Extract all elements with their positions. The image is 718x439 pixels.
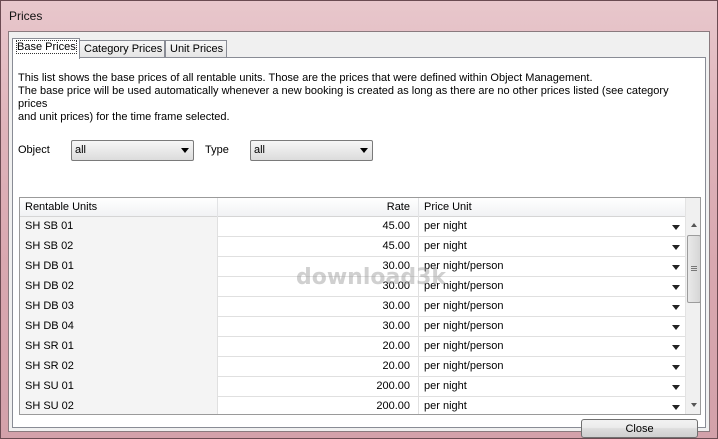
unit-cell: SH SB 01 <box>20 217 218 237</box>
object-label: Object <box>18 144 50 156</box>
price-unit-select[interactable]: per night/person <box>419 277 685 297</box>
unit-cell: SH SU 02 <box>20 397 218 414</box>
arrow-up-icon <box>691 223 697 227</box>
price-unit-select[interactable]: per night <box>419 397 685 414</box>
rate-cell[interactable]: 30.00 <box>218 257 419 277</box>
price-unit-select[interactable]: per night/person <box>419 257 685 277</box>
window-client-area: Base Prices Category Prices Unit Prices … <box>8 31 710 438</box>
chevron-down-icon <box>360 148 368 153</box>
close-button[interactable]: Close <box>581 419 698 438</box>
table-row[interactable]: SH DB 02 30.00 per night/person <box>20 277 685 297</box>
table-row[interactable]: SH SB 01 45.00 per night <box>20 217 685 237</box>
table-body: SH SB 01 45.00 per night SH SB 02 45.00 … <box>20 217 685 414</box>
vertical-scrollbar[interactable] <box>685 198 700 414</box>
scroll-up-button[interactable] <box>686 217 700 234</box>
table-header: Rentable Units Rate Price Unit <box>20 198 685 217</box>
unit-cell: SH SR 01 <box>20 337 218 357</box>
chevron-down-icon[interactable] <box>672 345 680 350</box>
base-prices-panel: This list shows the base prices of all r… <box>12 57 706 438</box>
price-unit-value: per night <box>424 400 467 412</box>
rate-cell[interactable]: 20.00 <box>218 337 419 357</box>
type-select-value: all <box>254 144 266 156</box>
chevron-down-icon <box>181 148 189 153</box>
table-row[interactable]: SH SU 02 200.00 per night <box>20 397 685 414</box>
table-row[interactable]: SH SU 01 200.00 per night <box>20 377 685 397</box>
description-text: This list shows the base prices of all r… <box>18 72 698 124</box>
price-unit-value: per night/person <box>424 340 504 352</box>
unit-cell: SH SR 02 <box>20 357 218 377</box>
type-select[interactable]: all <box>250 140 373 161</box>
price-unit-select[interactable]: per night/person <box>419 337 685 357</box>
table-row[interactable]: SH DB 04 30.00 per night/person <box>20 317 685 337</box>
rate-cell[interactable]: 45.00 <box>218 237 419 257</box>
price-unit-value: per night/person <box>424 280 504 292</box>
rate-cell[interactable]: 20.00 <box>218 357 419 377</box>
chevron-down-icon[interactable] <box>672 245 680 250</box>
object-select-value: all <box>75 144 87 156</box>
chevron-down-icon[interactable] <box>672 365 680 370</box>
chevron-down-icon[interactable] <box>672 385 680 390</box>
grip-icon <box>691 266 697 267</box>
tab-label: Category Prices <box>84 43 163 55</box>
tab-label: Base Prices <box>16 40 77 54</box>
rate-cell[interactable]: 30.00 <box>218 317 419 337</box>
description-line: The base price will be used automaticall… <box>18 85 669 110</box>
rate-cell[interactable]: 200.00 <box>218 377 419 397</box>
table-row[interactable]: SH DB 01 30.00 per night/person <box>20 257 685 277</box>
table-row[interactable]: SH SR 01 20.00 per night/person <box>20 337 685 357</box>
table-row[interactable]: SH SB 02 45.00 per night <box>20 237 685 257</box>
unit-cell: SH SU 01 <box>20 377 218 397</box>
price-unit-value: per night <box>424 220 467 232</box>
object-select[interactable]: all <box>71 140 194 161</box>
table-row[interactable]: SH SR 02 20.00 per night/person <box>20 357 685 377</box>
column-header-price-unit[interactable]: Price Unit <box>419 198 685 217</box>
prices-window: Prices Base Prices Category Prices Unit … <box>0 0 718 439</box>
description-line: This list shows the base prices of all r… <box>18 72 593 84</box>
unit-cell: SH DB 03 <box>20 297 218 317</box>
price-unit-select[interactable]: per night/person <box>419 317 685 337</box>
chevron-down-icon[interactable] <box>672 325 680 330</box>
scroll-down-button[interactable] <box>686 397 700 414</box>
description-line: and unit prices) for the time frame sele… <box>18 111 230 123</box>
price-unit-select[interactable]: per night <box>419 217 685 237</box>
unit-cell: SH DB 04 <box>20 317 218 337</box>
tab-base-prices[interactable]: Base Prices <box>12 38 80 59</box>
window-title: Prices <box>9 9 43 23</box>
title-bar[interactable]: Prices <box>1 1 717 31</box>
price-unit-value: per night <box>424 240 467 252</box>
price-unit-select[interactable]: per night <box>419 377 685 397</box>
column-header-rate[interactable]: Rate <box>218 198 419 217</box>
rate-cell[interactable]: 200.00 <box>218 397 419 414</box>
unit-cell: SH DB 02 <box>20 277 218 297</box>
price-unit-value: per night/person <box>424 360 504 372</box>
arrow-down-icon <box>691 403 697 407</box>
scrollbar-thumb[interactable] <box>687 235 700 303</box>
type-label: Type <box>205 144 229 156</box>
unit-cell: SH DB 01 <box>20 257 218 277</box>
tab-label: Unit Prices <box>170 43 224 55</box>
chevron-down-icon[interactable] <box>672 285 680 290</box>
column-header-rentable-units[interactable]: Rentable Units <box>20 198 218 217</box>
table-row[interactable]: SH DB 03 30.00 per night/person <box>20 297 685 317</box>
chevron-down-icon[interactable] <box>672 305 680 310</box>
prices-table: Rentable Units Rate Price Unit SH SB 01 … <box>19 197 701 415</box>
price-unit-value: per night/person <box>424 300 504 312</box>
price-unit-select[interactable]: per night/person <box>419 357 685 377</box>
price-unit-select[interactable]: per night <box>419 237 685 257</box>
price-unit-value: per night <box>424 380 467 392</box>
price-unit-value: per night/person <box>424 260 504 272</box>
unit-cell: SH SB 02 <box>20 237 218 257</box>
chevron-down-icon[interactable] <box>672 405 680 410</box>
rate-cell[interactable]: 45.00 <box>218 217 419 237</box>
rate-cell[interactable]: 30.00 <box>218 277 419 297</box>
tab-unit-prices[interactable]: Unit Prices <box>165 40 227 58</box>
tab-category-prices[interactable]: Category Prices <box>79 40 165 58</box>
rate-cell[interactable]: 30.00 <box>218 297 419 317</box>
chevron-down-icon[interactable] <box>672 265 680 270</box>
chevron-down-icon[interactable] <box>672 225 680 230</box>
price-unit-value: per night/person <box>424 320 504 332</box>
price-unit-select[interactable]: per night/person <box>419 297 685 317</box>
